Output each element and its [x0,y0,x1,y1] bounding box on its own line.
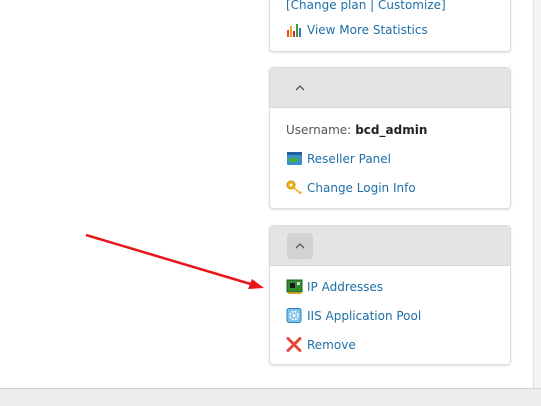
ip-addresses-label[interactable]: IP Addresses [307,280,383,294]
account-panel-header [270,68,510,108]
username-label: Username: [286,123,352,137]
chevron-up-icon [295,85,305,91]
network-card-icon [286,279,303,294]
remove-link[interactable]: Remove [286,337,356,352]
chevron-up-icon [295,243,305,249]
change-login-info-link[interactable]: Change Login Info [286,180,416,195]
key-icon [286,180,303,195]
bar-chart-icon [286,22,303,37]
statistics-panel: [Change plan | Customize] View More Stat… [269,0,511,52]
reseller-panel-link[interactable]: Reseller Panel [286,151,391,166]
remove-label[interactable]: Remove [307,338,356,352]
gear-pool-icon [286,308,303,323]
page: [Change plan | Customize] View More Stat… [0,0,541,406]
account-panel: Username: bcd_admin Reseller Panel Chang… [269,67,511,209]
view-more-statistics-label[interactable]: View More Statistics [307,23,428,37]
reseller-panel-label[interactable]: Reseller Panel [307,152,391,166]
reseller-arrow-icon [286,151,303,166]
username-row: Username: bcd_admin [286,123,427,137]
site-panel-header [270,226,510,266]
footer-bar [0,388,541,406]
scrollbar-track[interactable] [533,0,541,388]
collapse-button[interactable] [287,75,313,101]
collapse-button[interactable] [287,233,313,259]
iis-application-pool-label[interactable]: IIS Application Pool [307,309,421,323]
site-panel: IP Addresses IIS Application Pool Remove [269,225,511,365]
change-login-info-label[interactable]: Change Login Info [307,181,416,195]
ip-addresses-link[interactable]: IP Addresses [286,279,383,294]
view-more-statistics-link[interactable]: View More Statistics [286,22,428,37]
iis-application-pool-link[interactable]: IIS Application Pool [286,308,421,323]
change-plan-customize-links[interactable]: [Change plan | Customize] [286,0,446,12]
change-plan-link-text[interactable]: [Change plan | Customize] [286,0,446,12]
red-x-icon [286,337,303,352]
username-value: bcd_admin [355,123,428,137]
